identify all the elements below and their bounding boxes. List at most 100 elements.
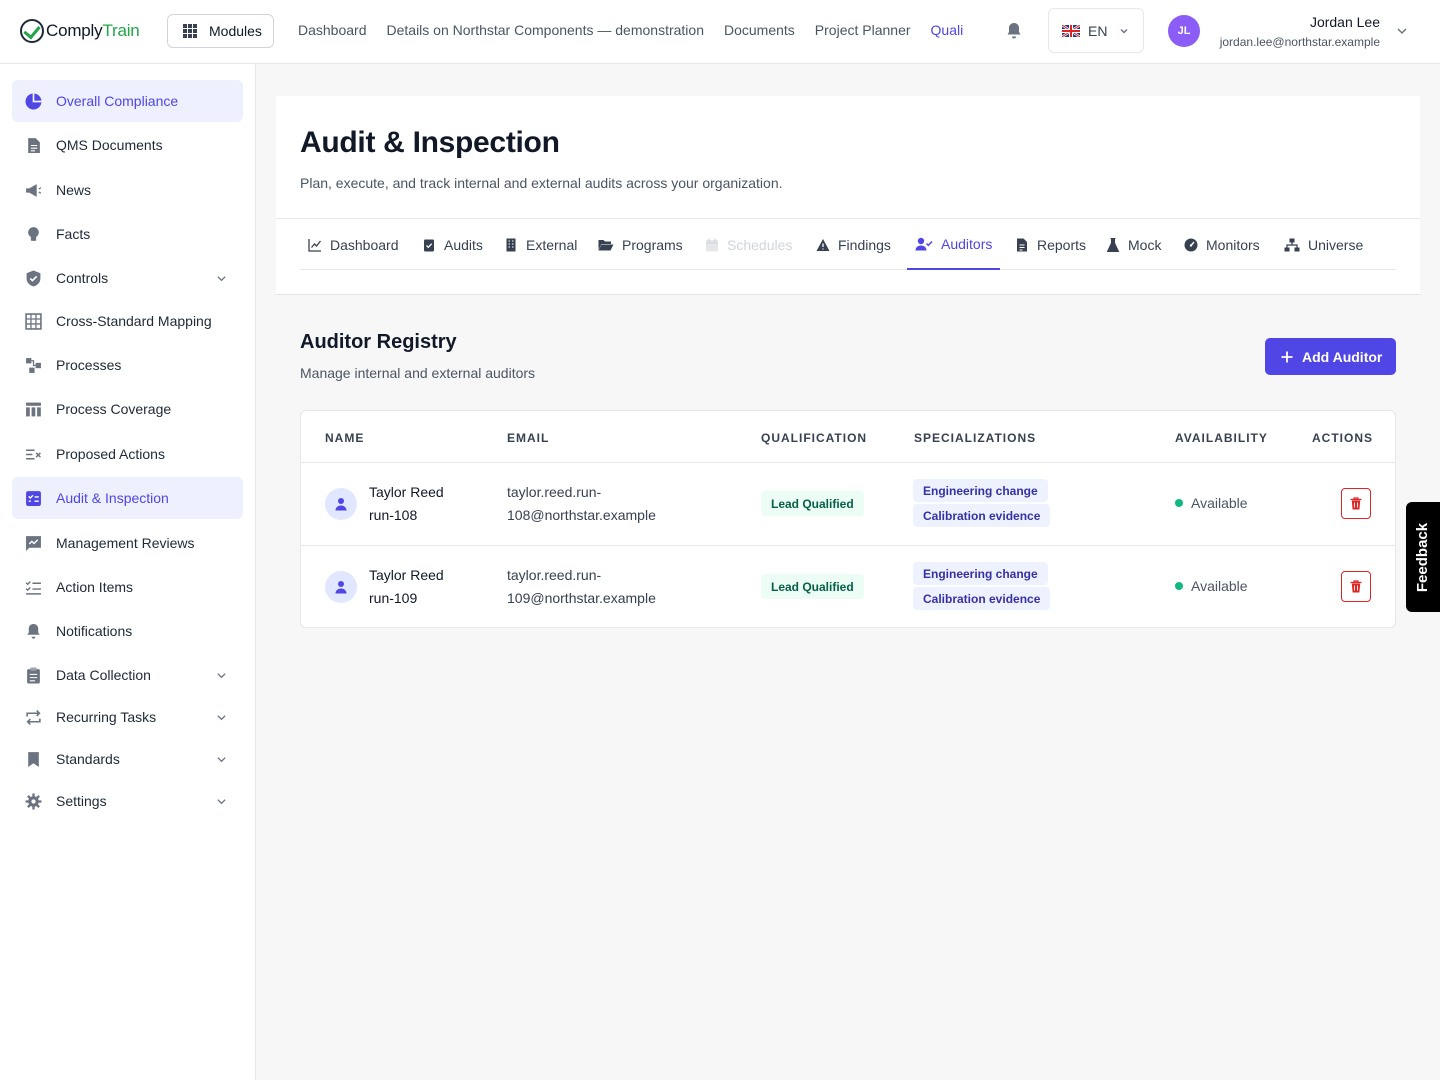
tab-universe[interactable]: Universe <box>1284 219 1363 270</box>
top-nav-documents[interactable]: Documents <box>724 22 795 38</box>
sidebar-item-label: Audit & Inspection <box>56 490 169 506</box>
tab-findings[interactable]: Findings <box>816 219 891 270</box>
document-icon <box>28 138 40 153</box>
avatar[interactable]: JL <box>1168 15 1200 47</box>
tab-reports[interactable]: Reports <box>1015 219 1086 270</box>
auditor-email-line-1: taylor.reed.run- <box>507 484 602 500</box>
top-nav-dashboard[interactable]: Dashboard <box>298 22 367 38</box>
app-logo[interactable]: ComplyTrain <box>20 18 140 44</box>
tab-auditors[interactable]: Auditors <box>907 219 1001 270</box>
tab-mock[interactable]: Mock <box>1106 219 1161 270</box>
column-header-email[interactable]: EMAIL <box>507 431 549 445</box>
page-header: Audit & Inspection Plan, execute, and tr… <box>276 96 1420 295</box>
column-header-actions: ACTIONS <box>1312 431 1373 445</box>
column-header-qualification[interactable]: QUALIFICATION <box>761 431 867 445</box>
sidebar-item-standards[interactable]: Standards <box>12 738 243 780</box>
sidebar-item-data-collection[interactable]: Data Collection <box>12 654 243 696</box>
add-auditor-label: Add Auditor <box>1302 348 1383 365</box>
sidebar-item-label: Data Collection <box>56 667 151 683</box>
chevron-down-icon <box>217 715 226 721</box>
status-dot <box>1175 582 1183 590</box>
delete-button[interactable] <box>1341 571 1371 602</box>
chevron-down-icon <box>217 757 226 763</box>
column-header-availability[interactable]: AVAILABILITY <box>1175 431 1268 445</box>
calendar-icon <box>706 238 718 251</box>
auditor-email-line-1: taylor.reed.run- <box>507 567 602 583</box>
sidebar-item-label: Facts <box>56 226 91 242</box>
tab-label: Reports <box>1037 236 1087 253</box>
user-menu-chevron-icon[interactable] <box>1396 25 1408 37</box>
folder-open-icon <box>598 239 614 250</box>
tab-audits[interactable]: Audits <box>422 219 483 270</box>
top-nav-project-details[interactable]: Details on Northstar Components — demons… <box>387 22 704 38</box>
user-check-icon <box>915 237 933 250</box>
section-title: Auditor Registry <box>300 331 457 353</box>
auditor-name: Taylor Reed run-108 <box>369 481 479 527</box>
sidebar-item-label: Management Reviews <box>56 535 195 551</box>
user-icon <box>325 488 357 520</box>
top-nav-quali[interactable]: Quali <box>931 22 964 38</box>
tab-label: Dashboard <box>330 236 399 253</box>
logo-text-a: Comply <box>46 21 103 40</box>
qualification-badge: Lead Qualified <box>761 574 864 599</box>
sidebar-item-processes[interactable]: Processes <box>12 344 243 386</box>
columns-icon <box>26 402 41 417</box>
sidebar-item-label: Settings <box>56 793 107 809</box>
add-auditor-button[interactable]: Add Auditor <box>1265 338 1396 375</box>
language-selector[interactable]: EN <box>1048 8 1144 53</box>
specialization-badge: Calibration evidence <box>913 504 1051 527</box>
auditor-name-line-2: run-108 <box>369 507 418 523</box>
auditor-name-line-1: Taylor Reed <box>369 567 444 583</box>
tab-monitors[interactable]: Monitors <box>1184 219 1260 270</box>
availability-status: Available <box>1175 578 1248 594</box>
bell-icon <box>27 623 40 639</box>
megaphone-icon <box>26 184 42 197</box>
tab-schedules[interactable]: Schedules <box>705 219 792 270</box>
tab-external[interactable]: External <box>504 219 577 270</box>
sidebar-item-news[interactable]: News <box>12 169 243 211</box>
delete-button[interactable] <box>1341 488 1371 519</box>
tab-label: External <box>526 236 578 253</box>
table-grid-icon <box>25 313 42 330</box>
sitemap-icon <box>1284 238 1300 251</box>
sidebar-item-label: Overall Compliance <box>56 93 179 109</box>
auditor-email-line-2: 108@northstar.example <box>507 507 656 523</box>
feedback-tab[interactable]: Feedback <box>1406 502 1440 612</box>
table-row[interactable]: Taylor Reed run-108 taylor.reed.run- 108@n… <box>301 463 1395 546</box>
trash-icon <box>1350 580 1362 593</box>
flask-icon <box>1106 237 1120 252</box>
flow-icon <box>26 358 41 373</box>
column-header-name[interactable]: NAME <box>325 431 364 445</box>
sidebar-item-qms-documents[interactable]: QMS Documents <box>12 124 243 166</box>
sidebar-item-settings[interactable]: Settings <box>12 780 243 822</box>
column-header-specializations[interactable]: SPECIALIZATIONS <box>914 431 1036 445</box>
sidebar-item-cross-standard-mapping[interactable]: Cross-Standard Mapping <box>12 300 243 342</box>
tab-dashboard[interactable]: Dashboard <box>308 219 399 270</box>
top-nav: Dashboard Details on Northstar Component… <box>298 22 983 38</box>
sidebar-item-label: Notifications <box>56 623 133 639</box>
chart-chat-icon <box>26 536 41 551</box>
sidebar-item-proposed-actions[interactable]: Proposed Actions <box>12 433 243 475</box>
dashboard-gauge-icon <box>1184 238 1198 251</box>
sidebar-item-management-reviews[interactable]: Management Reviews <box>12 522 243 564</box>
specialization-badge: Engineering change <box>913 479 1048 502</box>
tab-bar: Dashboard Audits External Programs Sched… <box>300 219 1396 270</box>
sidebar-item-process-coverage[interactable]: Process Coverage <box>12 388 243 430</box>
repeat-icon <box>26 710 41 725</box>
sidebar-item-facts[interactable]: Facts <box>12 213 243 255</box>
list-x-icon <box>26 449 41 460</box>
top-nav-project-planner[interactable]: Project Planner <box>815 22 911 38</box>
sidebar-item-audit-inspection[interactable]: Audit & Inspection <box>12 477 243 519</box>
modules-button[interactable]: Modules <box>167 14 274 48</box>
plus-icon <box>1281 351 1293 362</box>
sidebar-item-overall-compliance[interactable]: Overall Compliance <box>12 80 243 122</box>
section-subtitle: Manage internal and external auditors <box>300 365 536 381</box>
table-row[interactable]: Taylor Reed run-109 taylor.reed.run- 109@n… <box>301 546 1395 627</box>
sidebar-item-action-items[interactable]: Action Items <box>12 566 243 608</box>
sidebar-item-recurring-tasks[interactable]: Recurring Tasks <box>12 696 243 738</box>
sidebar-item-controls[interactable]: Controls <box>12 257 243 299</box>
bell-icon[interactable] <box>1006 22 1022 40</box>
auditor-email-line-2: 109@northstar.example <box>507 590 656 606</box>
sidebar-item-notifications[interactable]: Notifications <box>12 610 243 652</box>
tab-programs[interactable]: Programs <box>598 219 683 270</box>
